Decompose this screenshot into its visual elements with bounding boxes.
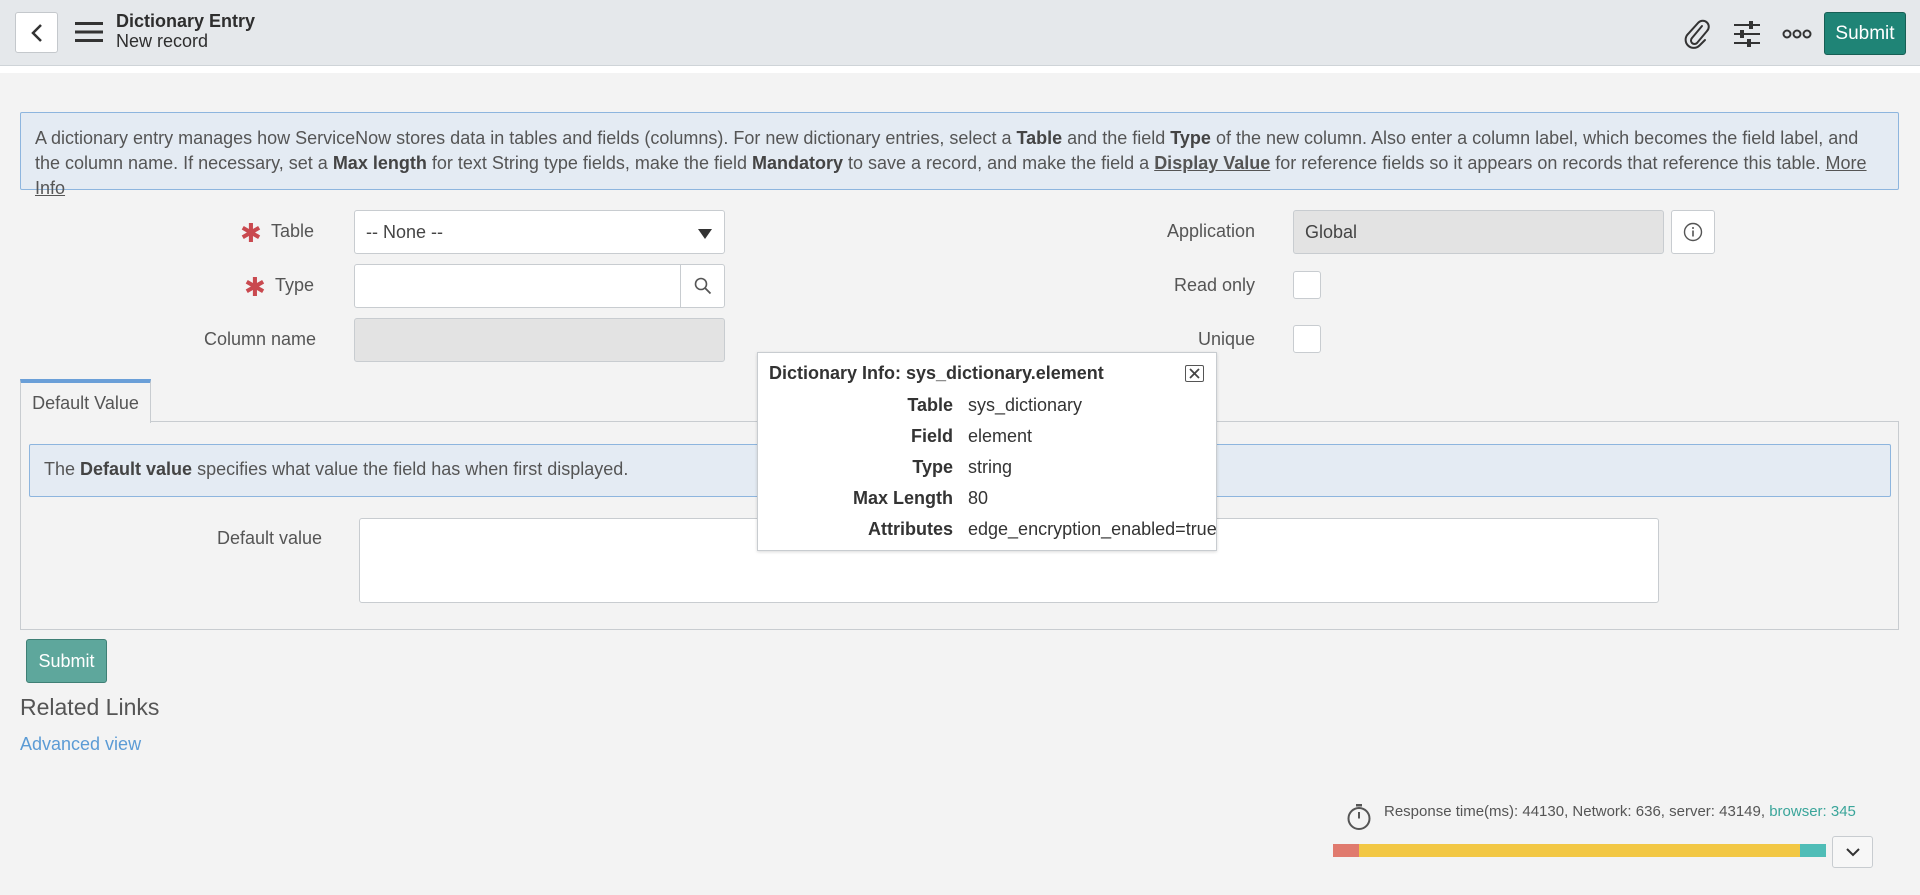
- unique-label: Unique: [1198, 329, 1256, 349]
- perf-segment-server: [1359, 844, 1800, 857]
- popup-row: Attributes edge_encryption_enabled=true: [758, 519, 1218, 544]
- response-stats: Response time(ms): 44130, Network: 636, …: [1384, 803, 1770, 820]
- popup-row: Table sys_dictionary: [758, 395, 1218, 420]
- default-value-label: Default value: [217, 528, 323, 548]
- required-icon: ✱: [244, 272, 266, 302]
- back-button[interactable]: [15, 12, 58, 53]
- unique-checkbox[interactable]: [1293, 325, 1321, 353]
- expand-button[interactable]: [1832, 836, 1873, 868]
- popup-key: Field: [910, 426, 953, 446]
- info-text: A dictionary entry manages how ServiceNo…: [35, 128, 1017, 148]
- info-text: The: [44, 459, 81, 479]
- submit-button[interactable]: Submit: [26, 639, 107, 683]
- read-only-checkbox[interactable]: [1293, 271, 1321, 299]
- perf-segment-browser: [1800, 844, 1826, 857]
- popup-value: element: [968, 426, 1033, 446]
- chevron-left-icon: [30, 23, 42, 42]
- record-type-title: Dictionary Entry: [116, 11, 256, 31]
- search-icon: [694, 277, 711, 295]
- header-divider: [0, 66, 1920, 73]
- info-bold: Table: [1016, 128, 1063, 148]
- close-icon[interactable]: [1185, 365, 1204, 382]
- popup-title: Dictionary Info: sys_dictionary.element: [769, 363, 1104, 383]
- submit-button-header[interactable]: Submit: [1824, 12, 1906, 55]
- popup-value: 80: [968, 488, 989, 508]
- popup-value: edge_encryption_enabled=true: [968, 519, 1217, 539]
- dictionary-info-popup: Dictionary Info: sys_dictionary.element …: [757, 352, 1217, 551]
- popup-value: sys_dictionary: [968, 395, 1083, 415]
- table-select-value: -- None --: [366, 222, 444, 242]
- browser-time: browser: 345: [1769, 803, 1856, 820]
- lookup-button[interactable]: [680, 265, 724, 307]
- chevron-down-icon: [1845, 848, 1860, 857]
- menu-icon[interactable]: [75, 20, 103, 44]
- application-value: Global: [1305, 222, 1358, 242]
- display-value-link[interactable]: Display Value: [1154, 153, 1270, 173]
- popup-row: Field element: [758, 426, 1218, 451]
- response-time-text: Response time(ms): 44130, Network: 636, …: [1384, 803, 1856, 820]
- info-bold: Mandatory: [751, 153, 843, 173]
- info-text: to save a record, and make the field a: [843, 153, 1155, 173]
- info-text: for reference fields so it appears on re…: [1270, 153, 1826, 173]
- popup-value: string: [968, 457, 1013, 477]
- type-field[interactable]: [354, 264, 725, 308]
- record-subtitle: New record: [116, 31, 209, 51]
- tab-label: Default Value: [32, 392, 139, 413]
- popup-key: Attributes: [868, 519, 953, 539]
- header-bar: Dictionary Entry New record Submit: [0, 0, 1920, 66]
- info-text: for text String type fields, make the fi…: [426, 153, 752, 173]
- info-text: specifies what value the field has when …: [192, 459, 629, 479]
- related-links-title: Related Links: [20, 694, 160, 720]
- application-info-button[interactable]: [1671, 210, 1715, 254]
- required-icon: ✱: [240, 218, 262, 248]
- caret-down-icon: [698, 229, 712, 239]
- response-time-bar: [1333, 844, 1826, 857]
- column-name-field[interactable]: [354, 318, 725, 362]
- tab-default-value[interactable]: Default Value: [20, 379, 151, 423]
- application-field: Global: [1293, 210, 1664, 254]
- info-bold: Max length: [332, 153, 427, 173]
- sliders-icon[interactable]: [1732, 19, 1762, 49]
- page-title: Dictionary Entry New record: [116, 11, 255, 51]
- table-select[interactable]: -- None --: [354, 210, 725, 254]
- type-label: Type: [275, 275, 315, 295]
- popup-key: Table: [907, 395, 953, 415]
- popup-row: Type string: [758, 457, 1218, 482]
- info-bold: Default value: [80, 459, 193, 479]
- stopwatch-icon: [1346, 803, 1372, 836]
- info-banner: A dictionary entry manages how ServiceNo…: [20, 112, 1899, 198]
- popup-key: Max Length: [852, 488, 953, 508]
- perf-segment-network: [1333, 844, 1359, 857]
- more-options-icon[interactable]: [1782, 19, 1812, 49]
- popup-row: Max Length 80: [758, 488, 1218, 513]
- column-name-label: Column name: [204, 329, 317, 349]
- info-bold: Type: [1170, 128, 1211, 148]
- paperclip-icon[interactable]: [1682, 19, 1712, 49]
- popup-key: Type: [912, 457, 953, 477]
- info-text: and the field: [1062, 128, 1171, 148]
- application-label: Application: [1167, 221, 1256, 241]
- info-icon: [1683, 222, 1703, 242]
- advanced-view-link[interactable]: Advanced view: [20, 734, 141, 755]
- read-only-label: Read only: [1174, 275, 1256, 295]
- table-label: Table: [271, 221, 315, 241]
